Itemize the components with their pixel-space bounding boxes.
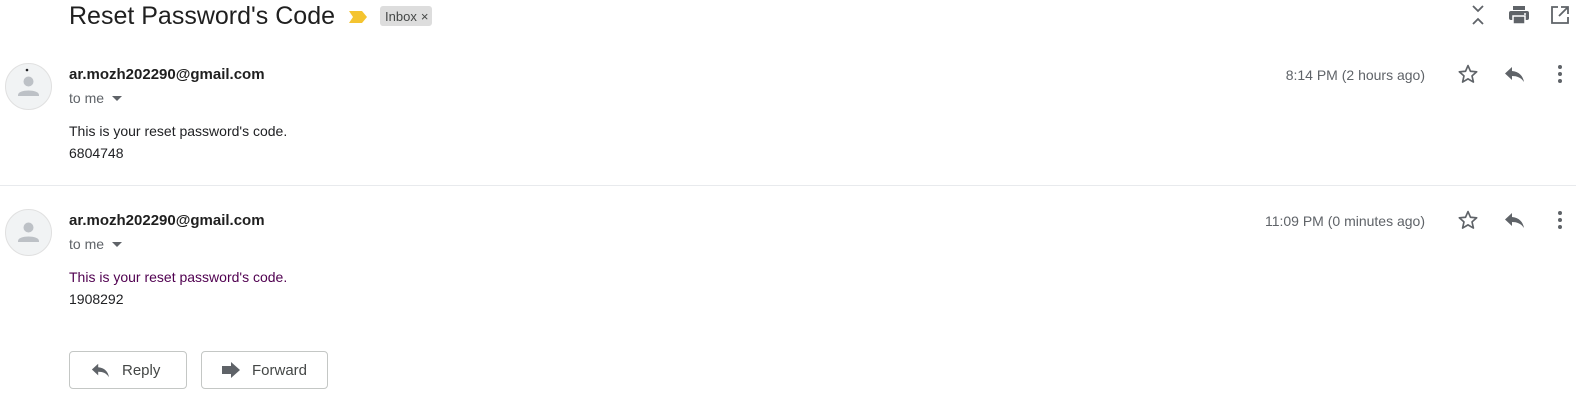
collapse-all-icon[interactable] — [1466, 3, 1490, 27]
message-body: This is your reset password's code. 6804… — [69, 120, 287, 164]
reply-button-label: Reply — [122, 361, 161, 379]
chevron-down-icon — [112, 241, 123, 247]
thread-header: Reset Password's Code Inbox × — [69, 0, 433, 32]
forward-button-label: Forward — [252, 361, 308, 379]
chevron-down-icon — [112, 95, 123, 101]
remove-label-icon[interactable]: × — [421, 9, 429, 24]
star-icon[interactable] — [1456, 62, 1480, 86]
reply-button[interactable]: Reply — [69, 351, 187, 389]
thread-subject: Reset Password's Code — [69, 2, 336, 30]
sender-email[interactable]: ar.mozh202290@gmail.com — [69, 66, 265, 83]
recipient-details-toggle[interactable]: to me — [69, 236, 123, 252]
person-icon — [18, 222, 39, 242]
label-chip-text: Inbox — [385, 8, 417, 24]
avatar[interactable] — [5, 209, 52, 256]
message-actions — [1434, 208, 1572, 232]
message-actions — [1434, 62, 1572, 86]
open-in-new-window-icon[interactable] — [1548, 3, 1572, 27]
thread-toolbar — [1449, 3, 1572, 27]
reset-code: 1908292 — [69, 291, 124, 307]
message-item: ar.mozh202290@gmail.com to me This is yo… — [0, 202, 1576, 322]
print-icon[interactable] — [1507, 3, 1531, 27]
reply-bar: Reply Forward — [69, 351, 328, 389]
message-timestamp: 11:09 PM (0 minutes ago) — [1264, 213, 1425, 229]
sender-email[interactable]: ar.mozh202290@gmail.com — [69, 212, 265, 229]
star-icon[interactable] — [1456, 208, 1480, 232]
avatar[interactable] — [5, 63, 52, 110]
more-vert-icon[interactable] — [1548, 208, 1572, 232]
label-chip-inbox: Inbox × — [380, 6, 433, 26]
reset-code: 6804748 — [69, 145, 124, 161]
message-timestamp: 8:14 PM (2 hours ago) — [1285, 67, 1425, 83]
forward-icon — [222, 360, 240, 380]
forward-button[interactable]: Forward — [201, 351, 328, 389]
recipient-details-toggle[interactable]: to me — [69, 90, 123, 106]
message-body-line: This is your reset password's code. — [69, 269, 288, 285]
recipient-label: to me — [69, 236, 105, 252]
reply-icon[interactable] — [1502, 62, 1526, 86]
reply-icon — [90, 360, 110, 380]
message-body: This is your reset password's code. 1908… — [69, 266, 287, 310]
person-icon — [18, 68, 39, 96]
more-vert-icon[interactable] — [1548, 62, 1572, 86]
importance-marker-icon[interactable] — [349, 10, 368, 23]
reply-icon[interactable] — [1502, 208, 1526, 232]
recipient-label: to me — [69, 90, 105, 106]
message-body-line: This is your reset password's code. — [69, 123, 288, 139]
message-item: ar.mozh202290@gmail.com to me This is yo… — [0, 56, 1576, 186]
